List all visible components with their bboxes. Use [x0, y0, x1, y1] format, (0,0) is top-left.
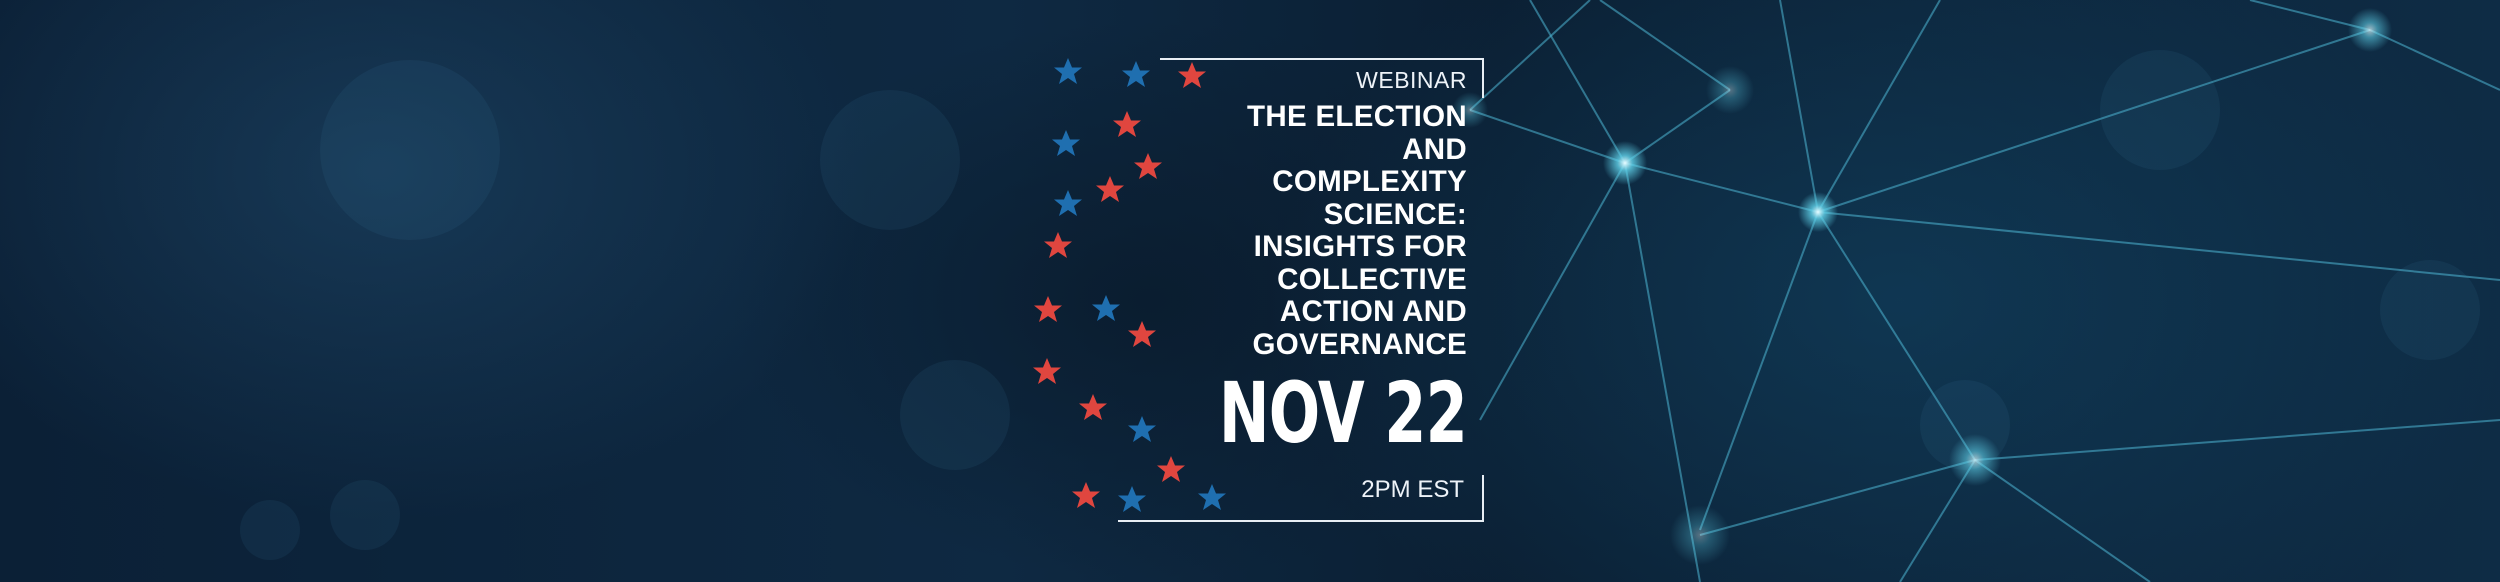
title-line: COMPLEXITY — [1272, 165, 1467, 198]
title-line: SCIENCE: — [1323, 197, 1467, 231]
title-line: AND — [1402, 132, 1467, 166]
banner-text: WEBINAR THE ELECTION AND COMPLEXITY SCIE… — [1027, 66, 1468, 462]
title-line: THE ELECTION — [1247, 100, 1467, 133]
event-date: NOV 22 — [1218, 364, 1468, 462]
title-line: COLLECTIVE — [1277, 262, 1467, 296]
title-line: INSIGHTS FOR — [1253, 230, 1467, 263]
event-time: 2PM EST — [1361, 476, 1464, 503]
title-line: ACTION AND — [1279, 295, 1467, 328]
eyebrow-label: WEBINAR — [1356, 67, 1467, 93]
title-line: GOVERNANCE — [1252, 327, 1467, 361]
webinar-title: THE ELECTION AND COMPLEXITY SCIENCE: INS… — [1027, 100, 1467, 361]
